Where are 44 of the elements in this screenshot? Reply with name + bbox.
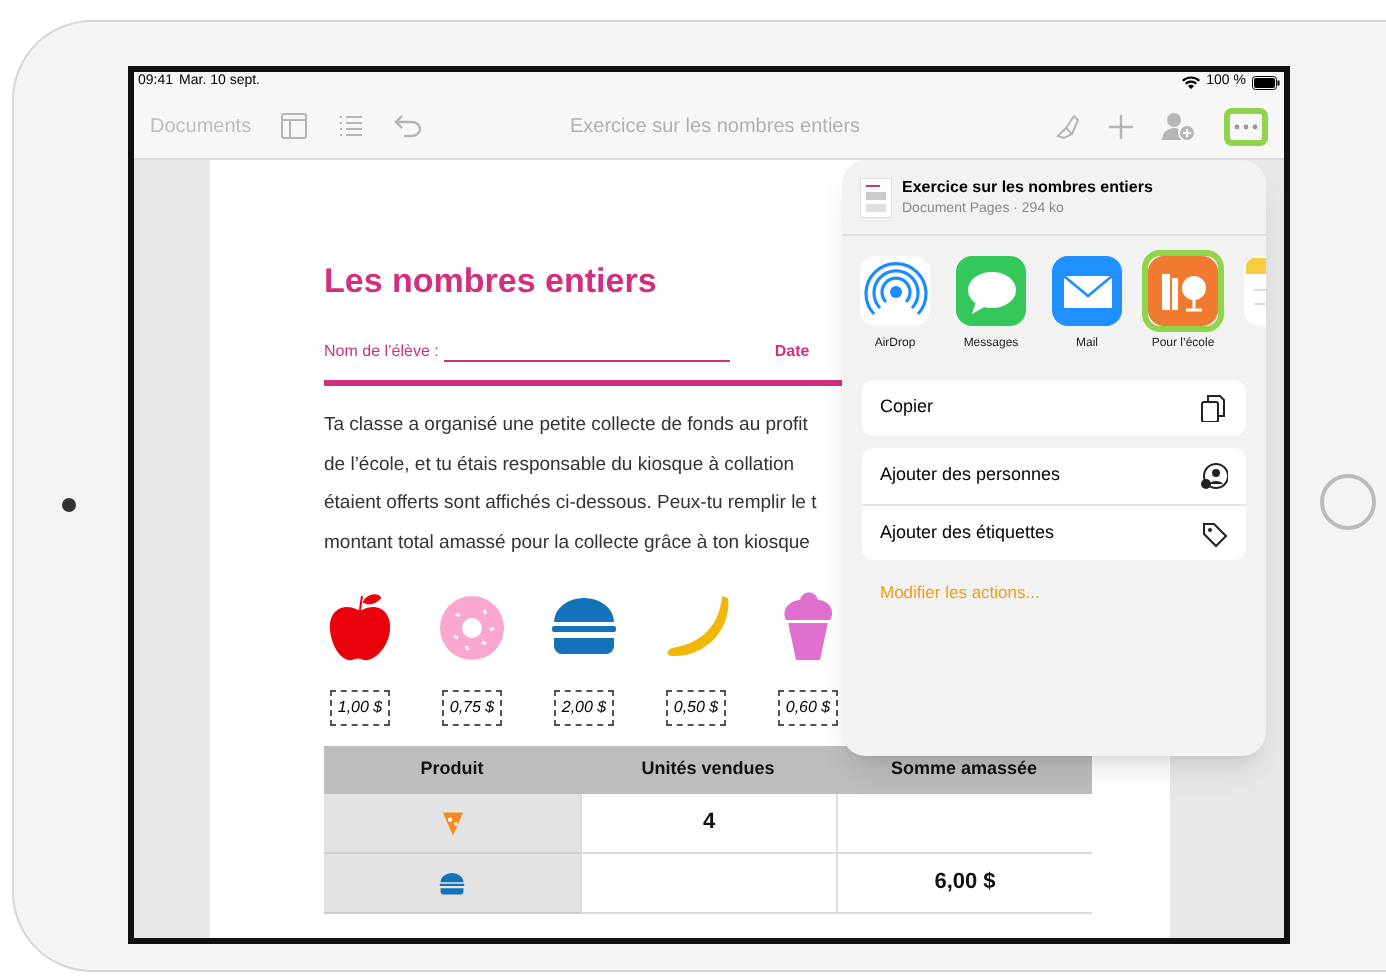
column-header: Produit xyxy=(324,746,580,794)
action-row[interactable]: Ajouter des étiquettes xyxy=(862,504,1246,560)
column-header: Unités vendues xyxy=(580,746,836,794)
sidebar-icon[interactable] xyxy=(279,112,308,140)
price-label: 2,00 $ xyxy=(553,690,615,726)
icecream-icon xyxy=(782,590,834,662)
date-label: Date xyxy=(774,340,810,364)
share-app-icon[interactable] xyxy=(956,256,1026,326)
share-app-icon[interactable] xyxy=(860,256,930,326)
battery-icon xyxy=(1252,76,1280,90)
share-app-icon[interactable] xyxy=(1148,256,1218,326)
document-heading: Les nombres entiers xyxy=(324,264,657,300)
plus-icon[interactable] xyxy=(1108,113,1134,139)
table-cell: 6,00 $ xyxy=(836,854,1092,914)
donut-icon xyxy=(436,590,508,666)
table-cell: 4 xyxy=(580,794,836,854)
undo-icon[interactable] xyxy=(393,114,422,138)
action-row[interactable]: Ajouter des personnes xyxy=(862,448,1246,504)
action-row[interactable]: Copier xyxy=(862,380,1246,436)
person-add-icon xyxy=(1200,462,1228,490)
list-icon[interactable] xyxy=(337,114,364,138)
price-label: 0,60 $ xyxy=(777,690,839,726)
paragraph-line: de l’école, et tu étais responsable du kiosque à collation xyxy=(324,451,795,479)
document-thumbnail xyxy=(860,177,892,217)
paragraph-line: Ta classe a organisé une petite collecte de fonds au profit xyxy=(324,412,808,440)
paragraph-line: montant total amassé pour la collecte grâce à ton kiosque xyxy=(324,529,810,557)
name-label: Nom de l’élève : xyxy=(324,340,439,364)
person-add-icon[interactable] xyxy=(1162,111,1196,141)
apple-icon xyxy=(324,590,396,666)
copy-icon xyxy=(1200,394,1228,422)
brush-icon[interactable] xyxy=(1054,113,1080,139)
paragraph-line: étaient offerts sont affichés ci-dessous. Peux-tu remplir le t xyxy=(324,490,817,518)
document-title: Exercice sur les nombres entiers xyxy=(570,113,861,141)
price-label: 0,50 $ xyxy=(665,690,727,726)
burger-icon xyxy=(436,870,468,896)
more-button[interactable] xyxy=(1224,107,1268,145)
wifi-icon xyxy=(1182,76,1201,90)
share-title: Exercice sur les nombres entiers xyxy=(902,175,1153,197)
more-icon xyxy=(1234,123,1258,129)
share-app-icon[interactable] xyxy=(1052,256,1122,326)
price-label: 0,75 $ xyxy=(441,690,503,726)
tag-icon xyxy=(1200,519,1228,547)
price-label: 1,00 $ xyxy=(329,690,391,726)
pizza-icon xyxy=(439,807,465,839)
